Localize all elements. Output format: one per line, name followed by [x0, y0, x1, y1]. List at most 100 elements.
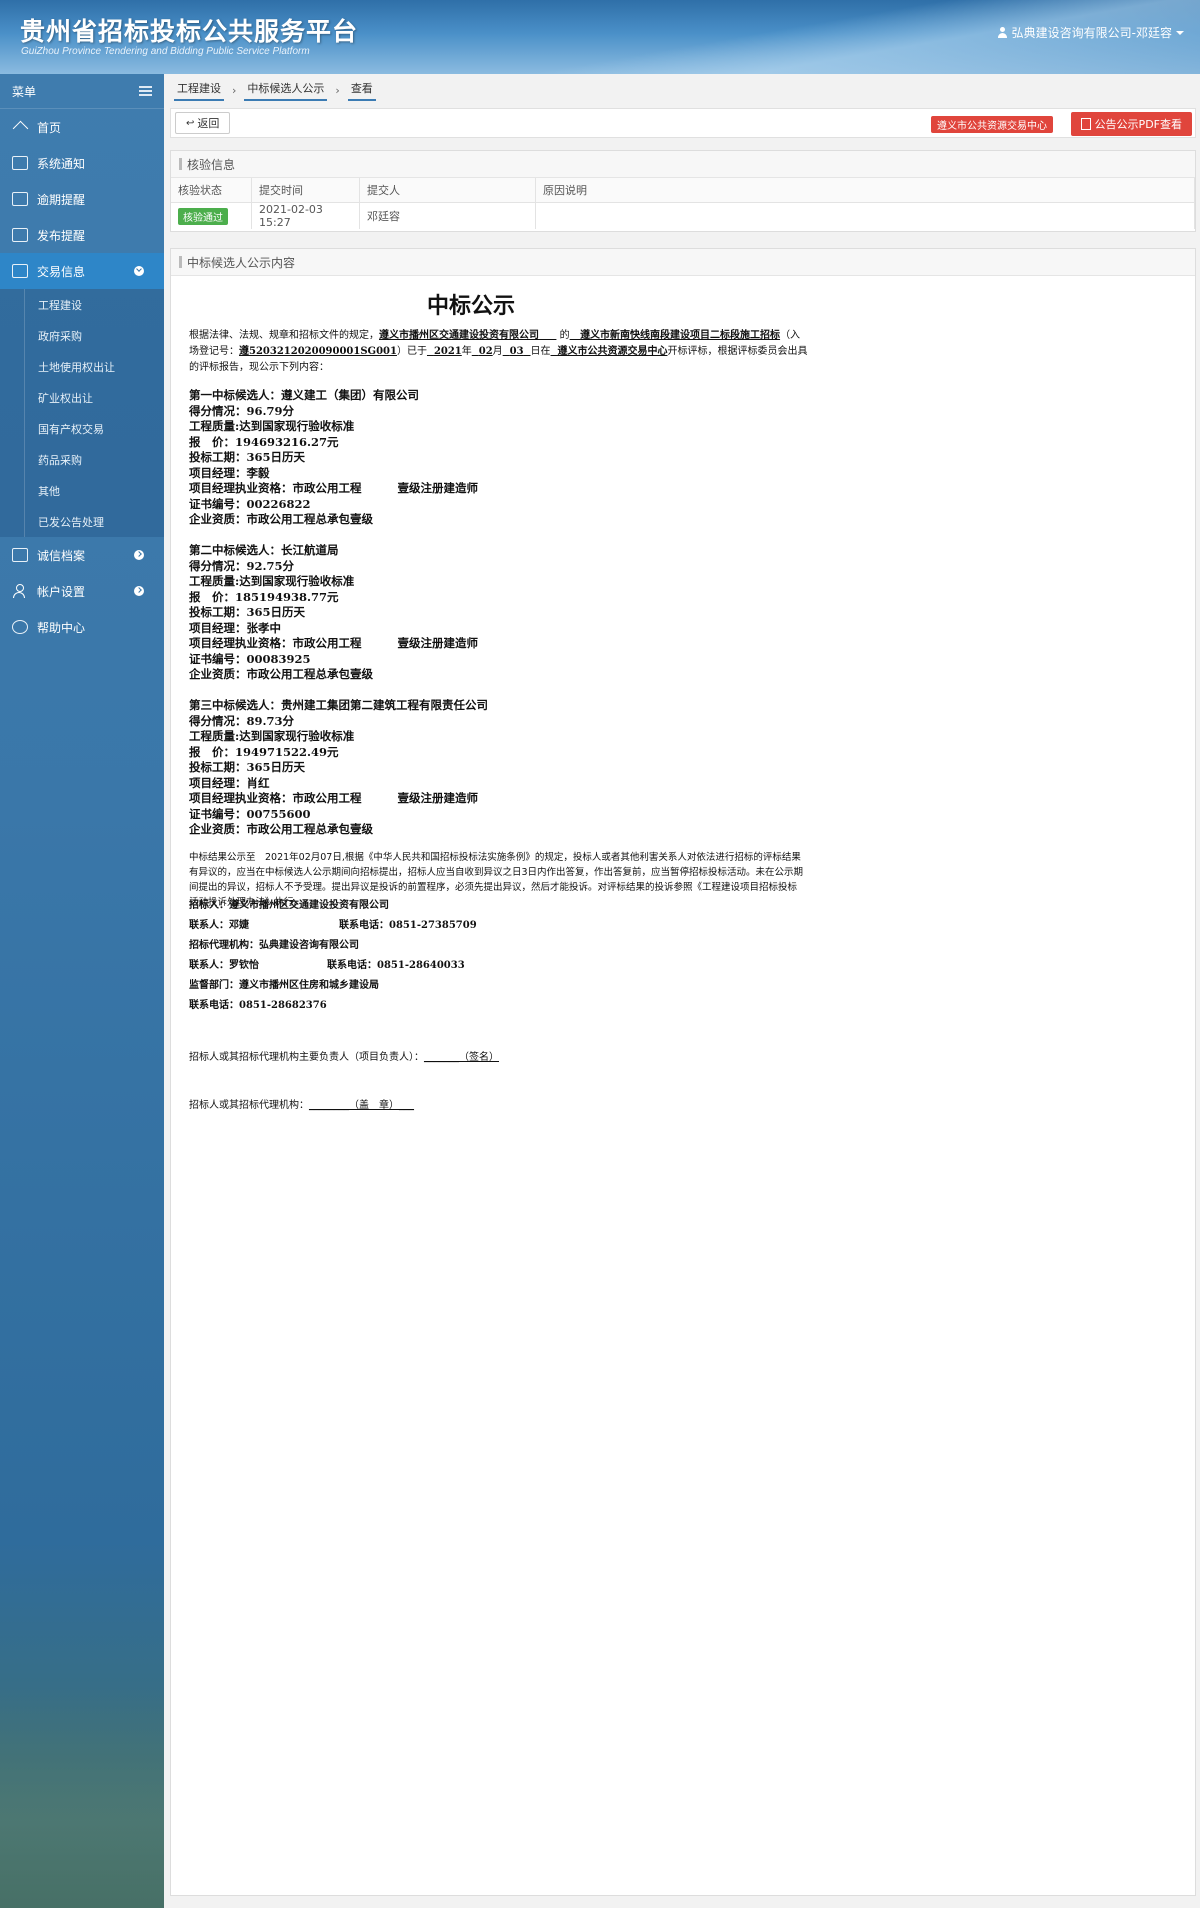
candidate-block: 第一中标候选人：遵义建工（集团）有限公司 得分情况：96.79分 工程质量:达到… — [189, 388, 478, 528]
registration-number: 遵5203212020090001SG001 — [239, 346, 397, 357]
site-header: 贵州省招标投标公共服务平台 GuiZhou Province Tendering… — [0, 0, 1200, 74]
menu-header: 菜单 — [0, 74, 164, 109]
candidate-period: 投标工期：365日历天 — [189, 605, 306, 619]
intro-text: 年 — [461, 346, 472, 357]
candidate-period: 投标工期：365日历天 — [189, 760, 306, 774]
candidate-cert: 证书编号：00083925 — [189, 651, 311, 666]
status-badge: 核验通过 — [178, 207, 228, 225]
seal-blank: ________（盖 章）___ — [309, 1100, 414, 1111]
sidebar-item-publish[interactable]: 发布提醒 — [0, 217, 164, 253]
candidate-qualification: 项目经理执业资格：市政公用工程 壹级注册建造师 — [189, 481, 478, 497]
sidebar-item-help[interactable]: 帮助中心 — [0, 609, 164, 645]
sidebar-submenu: 工程建设 政府采购 土地使用权出让 矿业权出让 国有产权交易 药品采购 其他 已… — [0, 289, 164, 537]
site-subtitle: GuiZhou Province Tendering and Bidding P… — [21, 46, 310, 57]
intro-text: 根据法律、法规、规章和招标文件的规定， — [189, 330, 379, 341]
sidebar-item-home[interactable]: 首页 — [0, 109, 164, 145]
table-header: 提交时间 — [251, 178, 360, 203]
table-header: 原因说明 — [535, 178, 1195, 203]
back-button[interactable]: ↩ 返回 — [175, 112, 231, 134]
supervisor-line: 监督部门：遵义市播州区住房和城乡建设局 — [189, 980, 379, 991]
sidebar-item-account[interactable]: 帐户设置 — [0, 573, 164, 609]
user-name: 弘典建设咨询有限公司-邓廷容 — [1011, 26, 1172, 40]
caret-down-icon — [1176, 30, 1184, 35]
sidebar-item-overdue[interactable]: 逾期提醒 — [0, 181, 164, 217]
sidebar-item-credit[interactable]: 诚信档案 — [0, 537, 164, 573]
chevron-right-icon: › — [232, 83, 237, 97]
sidebar-subitem[interactable]: 已发公告处理 — [0, 506, 164, 537]
candidate-period: 投标工期：365日历天 — [189, 450, 306, 464]
sidebar-item-label: 发布提醒 — [37, 228, 86, 243]
open-day: 03 — [509, 346, 524, 357]
candidate-block: 第三中标候选人：贵州建工集团第二建筑工程有限责任公司 得分情况：89.73分 工… — [189, 698, 488, 838]
supervisor-phone: 联系电话：0851-28682376 — [189, 1000, 327, 1011]
sidebar-item-trade[interactable]: 交易信息 — [0, 253, 164, 289]
chevron-right-icon: › — [335, 83, 340, 97]
intro-text: ）已于 — [396, 346, 427, 357]
candidate-manager: 项目经理：张孝中 — [189, 620, 281, 635]
chevron-right-icon — [134, 586, 144, 596]
project-name: 遵义市新南快线南段建设项目二标段施工招标 — [580, 330, 781, 341]
back-label: 返回 — [197, 117, 220, 130]
home-icon — [12, 120, 28, 134]
open-year: 2021 — [433, 346, 462, 357]
sidebar-item-label: 逾期提醒 — [37, 192, 86, 207]
monitor-icon — [12, 156, 28, 170]
candidate-price: 报 价：194971522.49元 — [189, 744, 339, 759]
candidate-cert: 证书编号：00226822 — [189, 496, 311, 511]
agency-line: 招标代理机构：弘典建设咨询有限公司 — [189, 940, 359, 951]
signature-label: 招标人或其招标代理机构主要负责人（项目负责人）： — [189, 1052, 424, 1063]
signature-line: 招标人或其招标代理机构主要负责人（项目负责人）：_______（签名） — [189, 1048, 499, 1063]
user-menu[interactable]: 弘典建设咨询有限公司-邓廷容 — [997, 24, 1184, 41]
hamburger-icon[interactable] — [139, 86, 152, 96]
sidebar: 菜单 首页 系统通知 逾期提醒 发布提醒 交易信息 工程建设 政府采购 土地使用… — [0, 74, 164, 1908]
table-cell — [535, 202, 1195, 229]
candidate-quality: 工程质量:达到国家现行验收标准 — [189, 574, 355, 588]
list-icon — [12, 264, 28, 278]
seal-line: 招标人或其招标代理机构：________（盖 章）___ — [189, 1096, 414, 1111]
candidate-manager: 项目经理：李毅 — [189, 465, 270, 480]
candidate-company-qualification: 企业资质：市政公用工程总承包壹级 — [189, 512, 373, 526]
qualification-level: 壹级注册建造师 — [397, 481, 479, 495]
open-month: 02 — [478, 346, 493, 357]
contact-phone: 联系电话：0851-27385709 — [339, 920, 477, 931]
candidate-company-qualification: 企业资质：市政公用工程总承包壹级 — [189, 667, 373, 681]
panel-title: 中标候选人公示内容 — [171, 249, 1195, 276]
main-content: 工程建设 › 中标候选人公示 › 查看 ↩ 返回 遵义市公共资源交易中心 公告公… — [164, 74, 1200, 1908]
intro-text: 日在 — [530, 346, 551, 357]
trade-center-tag: 遵义市公共资源交易中心 — [931, 116, 1053, 133]
sidebar-subitem[interactable]: 其他 — [0, 475, 164, 506]
table-row: 核验通过 2021-02-03 15:27 邓廷容 — [171, 202, 1195, 229]
sidebar-subitem[interactable]: 国有产权交易 — [0, 413, 164, 444]
contact-person: 联系人：罗钦怡 — [189, 960, 259, 971]
signature-blank: _______（签名） — [424, 1052, 499, 1063]
sidebar-item-label: 帐户设置 — [37, 584, 86, 599]
breadcrumb-item[interactable]: 工程建设 — [174, 80, 224, 101]
sidebar-subitem[interactable]: 土地使用权出让 — [0, 351, 164, 382]
back-icon: ↩ — [186, 117, 195, 129]
intro-text: 的 — [559, 330, 570, 341]
sidebar-item-notice[interactable]: 系统通知 — [0, 145, 164, 181]
pdf-view-button[interactable]: 公告公示PDF查看 — [1070, 112, 1192, 136]
candidate-quality: 工程质量:达到国家现行验收标准 — [189, 419, 355, 433]
breadcrumb-item[interactable]: 查看 — [347, 80, 376, 101]
menu-label: 菜单 — [12, 84, 37, 99]
sidebar-subitem[interactable]: 政府采购 — [0, 320, 164, 351]
sidebar-item-label: 系统通知 — [37, 156, 86, 171]
user-icon — [12, 584, 28, 598]
sidebar-subitem[interactable]: 工程建设 — [0, 289, 164, 320]
sidebar-subitem[interactable]: 药品采购 — [0, 444, 164, 475]
help-icon — [12, 620, 28, 634]
qualification-field: 项目经理执业资格：市政公用工程 — [189, 636, 362, 650]
candidate-title: 第二中标候选人：长江航道局 — [189, 543, 339, 557]
table-cell: 邓廷容 — [359, 202, 536, 229]
user-icon — [997, 26, 1008, 39]
breadcrumb-item[interactable]: 中标候选人公示 — [244, 80, 328, 101]
table-cell: 2021-02-03 15:27 — [251, 202, 360, 229]
sidebar-subitem[interactable]: 矿业权出让 — [0, 382, 164, 413]
table-cell: 核验通过 — [171, 202, 252, 229]
candidate-score: 得分情况：89.73分 — [189, 713, 295, 728]
panel-title: 核验信息 — [171, 151, 1195, 178]
candidate-company-qualification: 企业资质：市政公用工程总承包壹级 — [189, 822, 373, 836]
sidebar-item-label: 交易信息 — [37, 264, 86, 279]
contact-line: 联系人：邓婕 联系电话：0851-27385709 — [189, 916, 477, 936]
